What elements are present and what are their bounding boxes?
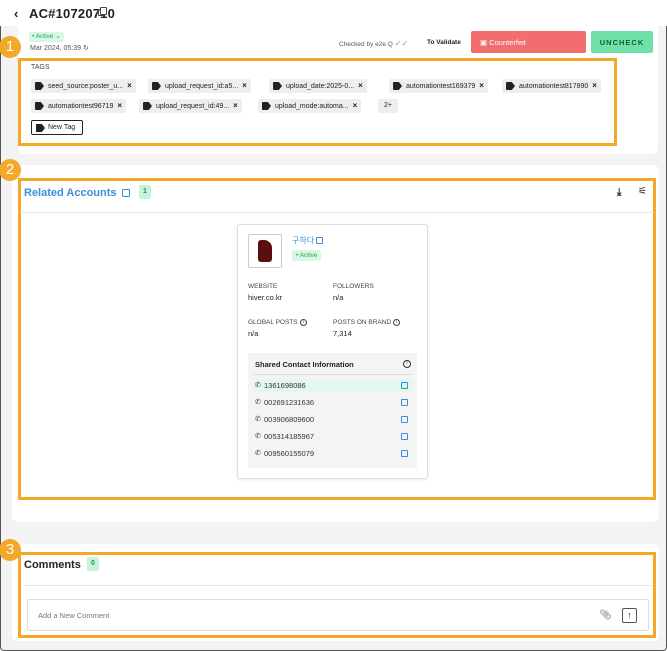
tag-chip[interactable]: upload_mode:automa... × [258, 99, 362, 113]
refresh-icon[interactable]: ↻ [83, 45, 89, 52]
avatar [248, 234, 282, 268]
send-comment-button[interactable]: ↑ [622, 608, 637, 623]
account-status-badge: • Active [292, 250, 322, 261]
external-link-icon[interactable] [401, 399, 408, 406]
tag-icon [273, 82, 282, 90]
tag-icon [35, 82, 44, 90]
divider [24, 585, 652, 586]
header-bar: ‹ AC#10720710 [0, 0, 667, 26]
followers-value: n/a [333, 293, 344, 302]
tag-icon [393, 82, 402, 90]
tag-icon [152, 82, 161, 90]
external-link-icon[interactable] [401, 433, 408, 440]
new-tag-button[interactable]: New Tag [31, 120, 83, 135]
phone-icon: ✆ [255, 433, 261, 440]
remove-tag-icon[interactable]: × [233, 101, 238, 110]
divider [253, 374, 413, 375]
account-name-link[interactable]: 구하다 [292, 235, 324, 246]
tag-chip[interactable]: seed_source:poster_u... × [31, 79, 136, 93]
counterfeit-label: Counterfeit [489, 37, 526, 47]
divider [20, 212, 654, 213]
phone-row[interactable]: ✆ 1361698086 [253, 379, 413, 392]
lock-icon: ▣ [480, 37, 488, 47]
remove-tag-icon[interactable]: × [127, 81, 132, 90]
annotation-badge-2: 2 [0, 159, 21, 181]
double-check-icon: ✓✓ [394, 39, 409, 48]
tag-chip[interactable]: automationtest96719 × [31, 99, 127, 113]
tags-label: TAGS [31, 64, 50, 71]
counterfeit-button[interactable]: ▣ Counterfeit [471, 31, 586, 53]
external-link-icon[interactable] [401, 450, 408, 457]
comment-input[interactable] [27, 599, 649, 631]
tag-chip[interactable]: upload_request_id:49... × [139, 99, 242, 113]
info-icon[interactable]: i [299, 319, 307, 326]
external-link-icon[interactable] [401, 382, 408, 389]
phone-icon: ✆ [255, 450, 261, 457]
remove-tag-icon[interactable]: × [479, 81, 484, 90]
back-arrow-icon[interactable]: ‹ [14, 6, 18, 21]
tag-chip[interactable]: upload_date:2025-0... × [269, 79, 367, 93]
website-label: WEBSITE [248, 283, 278, 290]
phone-icon: ✆ [255, 399, 261, 406]
tag-icon [506, 82, 515, 90]
related-accounts-title[interactable]: Related Accounts [24, 187, 117, 199]
website-value: hiver.co.kr [248, 293, 283, 302]
comments-count-badge: 0 [87, 557, 99, 571]
tag-icon [262, 102, 271, 110]
external-link-icon[interactable] [122, 189, 130, 197]
shared-contact-title: Shared Contact Information [255, 360, 354, 369]
uncheck-button[interactable]: UNCHECK [591, 31, 653, 53]
comments-title: Comments [24, 559, 81, 571]
more-tags-button[interactable]: 2+ [378, 99, 398, 113]
tag-chip[interactable]: automationtest169379 × [389, 79, 488, 93]
posts-on-brand-label: POSTS ON BRAND i [333, 319, 401, 326]
tag-chip[interactable]: upload_request_id:a5... × [148, 79, 251, 93]
download-icon[interactable]: ⤓ [617, 187, 621, 198]
followers-label: FOLLOWERS [333, 283, 374, 290]
remove-tag-icon[interactable]: × [358, 81, 363, 90]
phone-row[interactable]: ✆ 005314185967 [253, 430, 413, 443]
remove-tag-icon[interactable]: × [353, 101, 358, 110]
tag-chip[interactable]: automationtest817890 × [502, 79, 601, 93]
annotation-badge-3: 3 [0, 539, 21, 561]
tag-icon [143, 102, 152, 110]
status-badge[interactable]: • Active ⌄ [29, 32, 64, 42]
phone-row[interactable]: ✆ 009560155079 [253, 447, 413, 460]
tag-icon [35, 102, 44, 110]
checked-by-text: Checked by e2e Q ✓✓ [339, 39, 409, 48]
phone-row[interactable]: ✆ 003906809600 [253, 413, 413, 426]
global-posts-value: n/a [248, 329, 259, 338]
copy-icon[interactable] [98, 7, 107, 16]
phone-row[interactable]: ✆ 002691231636 [253, 396, 413, 409]
remove-tag-icon[interactable]: × [117, 101, 122, 110]
related-count-badge: 1 [139, 185, 151, 199]
external-link-icon[interactable] [401, 416, 408, 423]
tag-icon [36, 124, 45, 132]
annotation-badge-1: 1 [0, 36, 21, 58]
global-posts-label: GLOBAL POSTS i [248, 319, 307, 326]
posts-on-brand-value: 7,314 [333, 329, 352, 338]
timestamp: Mar 2024, 05:39 ↻ [30, 45, 89, 52]
phone-icon: ✆ [255, 416, 261, 423]
filter-icon[interactable]: ⚟ [638, 186, 647, 197]
info-icon[interactable]: ! [403, 360, 411, 368]
remove-tag-icon[interactable]: × [592, 81, 597, 90]
to-validate-label[interactable]: To Validate [427, 39, 461, 46]
phone-icon: ✆ [255, 382, 261, 389]
info-icon[interactable]: i [393, 319, 401, 326]
external-link-icon[interactable] [316, 237, 324, 244]
remove-tag-icon[interactable]: × [242, 81, 247, 90]
paperclip-icon[interactable]: 📎︎ [599, 610, 612, 621]
